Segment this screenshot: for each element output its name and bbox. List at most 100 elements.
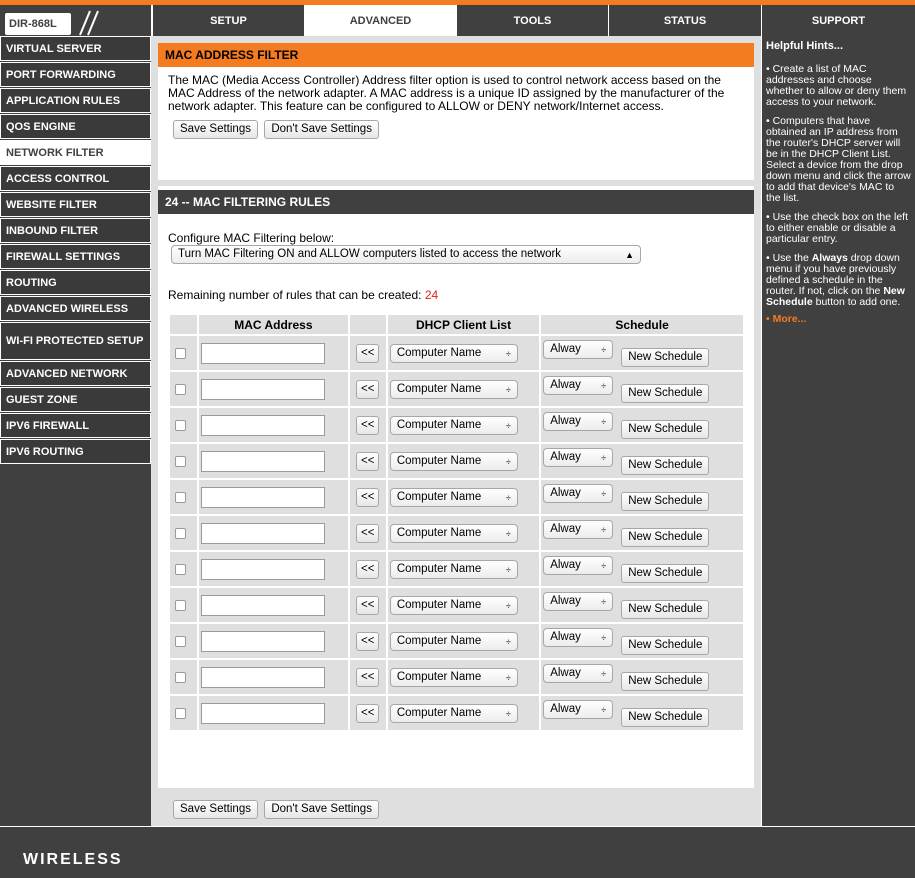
schedule-select[interactable]: Alway ÷ bbox=[543, 339, 614, 359]
copy-mac-button[interactable]: << bbox=[355, 451, 380, 471]
mac-address-input[interactable] bbox=[201, 378, 326, 400]
mac-address-input[interactable] bbox=[201, 522, 326, 544]
enable-checkbox[interactable] bbox=[175, 563, 186, 575]
dhcp-client-select[interactable]: Computer Name ÷ bbox=[389, 667, 518, 687]
mac-address-input[interactable] bbox=[201, 414, 326, 436]
mac-filter-mode-value: Turn MAC Filtering ON and ALLOW computer… bbox=[178, 248, 562, 260]
dhcp-client-select[interactable]: Computer Name ÷ bbox=[389, 415, 518, 435]
copy-mac-button[interactable]: << bbox=[355, 343, 380, 363]
schedule-select[interactable]: Alway ÷ bbox=[543, 591, 614, 611]
new-schedule-button[interactable]: New Schedule bbox=[621, 491, 710, 511]
save-settings-button[interactable]: Save Settings bbox=[173, 120, 258, 139]
enable-checkbox[interactable] bbox=[175, 347, 186, 359]
sidebar-item-advanced-network[interactable]: ADVANCED NETWORK bbox=[0, 361, 151, 386]
schedule-select[interactable]: Alway ÷ bbox=[543, 411, 614, 431]
sidebar-item-application-rules[interactable]: APPLICATION RULES bbox=[0, 88, 151, 113]
enable-checkbox[interactable] bbox=[175, 455, 186, 467]
mac-address-input[interactable] bbox=[201, 630, 326, 652]
sidebar-item-qos-engine[interactable]: QOS ENGINE bbox=[0, 114, 151, 139]
enable-checkbox[interactable] bbox=[175, 383, 186, 395]
mac-address-input[interactable] bbox=[201, 342, 326, 364]
enable-checkbox[interactable] bbox=[175, 671, 186, 683]
dhcp-client-select[interactable]: Computer Name ÷ bbox=[389, 703, 518, 723]
sidebar-item-virtual-server[interactable]: VIRTUAL SERVER bbox=[0, 36, 151, 61]
copy-mac-button[interactable]: << bbox=[355, 559, 380, 579]
dont-save-settings-button[interactable]: Don't Save Settings bbox=[264, 120, 379, 139]
sidebar-item-routing[interactable]: ROUTING bbox=[0, 270, 151, 295]
copy-mac-button[interactable]: << bbox=[355, 379, 380, 399]
sidebar-item-network-filter[interactable]: NETWORK FILTER bbox=[0, 140, 151, 165]
tab-tools[interactable]: TOOLS bbox=[456, 5, 608, 36]
tab-setup[interactable]: SETUP bbox=[152, 5, 304, 36]
new-schedule-button[interactable]: New Schedule bbox=[621, 671, 710, 691]
new-schedule-button[interactable]: New Schedule bbox=[621, 707, 710, 727]
mac-filter-mode-select[interactable]: Turn MAC Filtering ON and ALLOW computer… bbox=[171, 245, 641, 264]
schedule-select[interactable]: Alway ÷ bbox=[543, 519, 614, 539]
mac-address-input[interactable] bbox=[201, 666, 326, 688]
copy-mac-button[interactable]: << bbox=[355, 523, 380, 543]
copy-mac-button[interactable]: << bbox=[355, 595, 380, 615]
new-schedule-button[interactable]: New Schedule bbox=[621, 599, 710, 619]
dhcp-client-select[interactable]: Computer Name ÷ bbox=[389, 631, 518, 651]
new-schedule-button[interactable]: New Schedule bbox=[621, 563, 710, 583]
sidebar-item-firewall-settings[interactable]: FIREWALL SETTINGS bbox=[0, 244, 151, 269]
sidebar-item-wi-fi-protected-setup[interactable]: WI-FI PROTECTED SETUP bbox=[0, 322, 151, 360]
tab-support[interactable]: SUPPORT bbox=[761, 5, 915, 36]
sidebar-item-guest-zone[interactable]: GUEST ZONE bbox=[0, 387, 151, 412]
new-schedule-button[interactable]: New Schedule bbox=[621, 527, 710, 547]
enable-checkbox[interactable] bbox=[175, 419, 186, 431]
copy-mac-button[interactable]: << bbox=[355, 703, 380, 723]
schedule-cell: Alway ÷ New Schedule bbox=[541, 336, 743, 370]
bottom-save-settings-button[interactable]: Save Settings bbox=[173, 800, 258, 819]
mac-address-input[interactable] bbox=[201, 450, 326, 472]
schedule-select[interactable]: Alway ÷ bbox=[543, 627, 614, 647]
sidebar-item-inbound-filter[interactable]: INBOUND FILTER bbox=[0, 218, 151, 243]
schedule-select[interactable]: Alway ÷ bbox=[543, 375, 614, 395]
sidebar-item-port-forwarding[interactable]: PORT FORWARDING bbox=[0, 62, 151, 87]
enable-checkbox[interactable] bbox=[175, 527, 186, 539]
enable-checkbox[interactable] bbox=[175, 635, 186, 647]
enable-checkbox[interactable] bbox=[175, 491, 186, 503]
sidebar-item-advanced-wireless[interactable]: ADVANCED WIRELESS bbox=[0, 296, 151, 321]
table-row: << Computer Name ÷ Alway ÷ New Schedule bbox=[170, 516, 743, 550]
schedule-select[interactable]: Alway ÷ bbox=[543, 699, 614, 719]
schedule-select[interactable]: Alway ÷ bbox=[543, 663, 614, 683]
sidebar-item-access-control[interactable]: ACCESS CONTROL bbox=[0, 166, 151, 191]
enable-checkbox[interactable] bbox=[175, 599, 186, 611]
new-schedule-button[interactable]: New Schedule bbox=[621, 419, 710, 439]
dhcp-client-select[interactable]: Computer Name ÷ bbox=[389, 343, 518, 363]
mac-address-input[interactable] bbox=[201, 558, 326, 580]
copy-mac-button[interactable]: << bbox=[355, 487, 380, 507]
mac-address-input[interactable] bbox=[201, 702, 326, 724]
enable-cell bbox=[170, 372, 198, 406]
copy-mac-button[interactable]: << bbox=[355, 631, 380, 651]
mac-address-input[interactable] bbox=[201, 594, 326, 616]
more-link[interactable]: • More... bbox=[762, 308, 915, 331]
dhcp-client-select[interactable]: Computer Name ÷ bbox=[389, 379, 518, 399]
sidebar-item-ipv6-routing[interactable]: IPV6 ROUTING bbox=[0, 439, 151, 464]
dhcp-client-select[interactable]: Computer Name ÷ bbox=[389, 595, 518, 615]
sidebar-item-ipv6-firewall[interactable]: IPV6 FIREWALL bbox=[0, 413, 151, 438]
copy-cell: << bbox=[349, 624, 386, 658]
dhcp-client-select[interactable]: Computer Name ÷ bbox=[389, 523, 518, 543]
tab-advanced[interactable]: ADVANCED bbox=[304, 5, 456, 36]
schedule-select[interactable]: Alway ÷ bbox=[543, 483, 614, 503]
dhcp-client-select[interactable]: Computer Name ÷ bbox=[389, 559, 518, 579]
enable-checkbox[interactable] bbox=[175, 707, 186, 719]
copy-mac-button[interactable]: << bbox=[355, 667, 380, 687]
schedule-select[interactable]: Alway ÷ bbox=[543, 447, 614, 467]
new-schedule-button[interactable]: New Schedule bbox=[621, 347, 710, 367]
bottom-dont-save-settings-button[interactable]: Don't Save Settings bbox=[264, 800, 379, 819]
copy-mac-button[interactable]: << bbox=[355, 415, 380, 435]
mac-address-input[interactable] bbox=[201, 486, 326, 508]
select-arrows-icon: ÷ bbox=[505, 636, 511, 647]
schedule-select[interactable]: Alway ÷ bbox=[543, 555, 614, 575]
dhcp-client-select[interactable]: Computer Name ÷ bbox=[389, 487, 518, 507]
new-schedule-button[interactable]: New Schedule bbox=[621, 635, 710, 655]
tab-status[interactable]: STATUS bbox=[608, 5, 761, 36]
new-schedule-button[interactable]: New Schedule bbox=[621, 383, 710, 403]
sidebar-item-website-filter[interactable]: WEBSITE FILTER bbox=[0, 192, 151, 217]
new-schedule-button[interactable]: New Schedule bbox=[621, 455, 710, 475]
mac-cell bbox=[199, 444, 348, 478]
dhcp-client-select[interactable]: Computer Name ÷ bbox=[389, 451, 518, 471]
